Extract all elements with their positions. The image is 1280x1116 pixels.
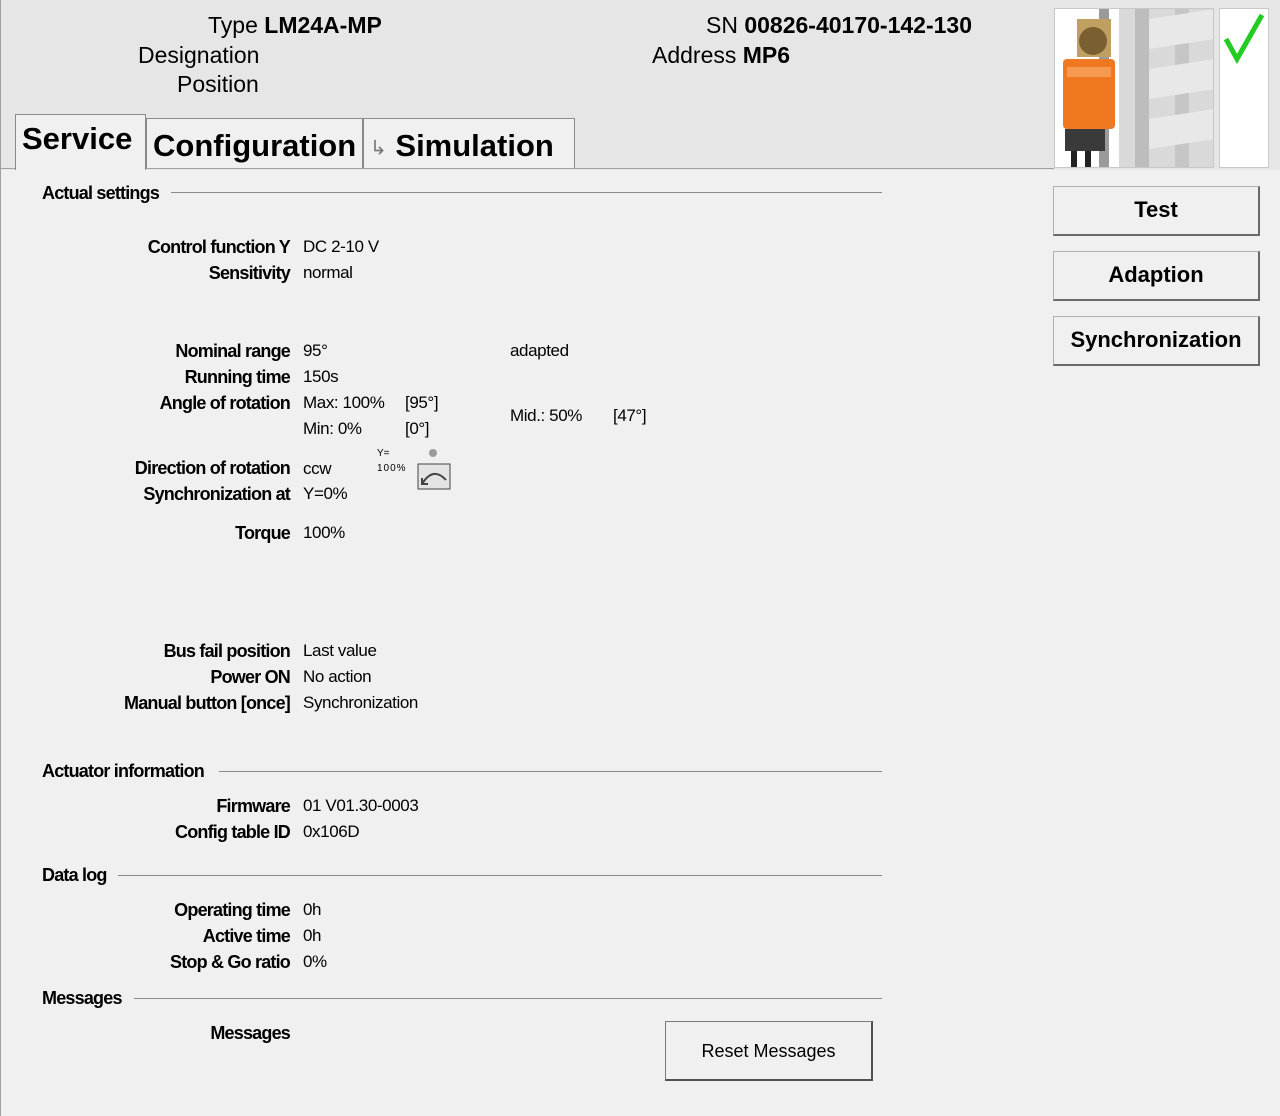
operating-time-label: Operating time [174, 900, 291, 920]
status-check-icon [1219, 8, 1269, 168]
running-time-label: Running time [184, 367, 291, 387]
section-divider [219, 771, 882, 772]
tab-simulation[interactable]: ↳ Simulation [363, 118, 575, 168]
position-label: Position [177, 71, 259, 97]
app-window: Type LM24A-MP Designation Position SN 00… [0, 0, 1280, 1116]
address-label: Address [652, 42, 737, 68]
actuator-information-heading: Actuator information [42, 761, 205, 781]
sn-value: 00826-40170-142-130 [744, 12, 972, 38]
bus-fail-position-label: Bus fail position [163, 641, 291, 661]
tab-configuration-label: Configuration [153, 128, 357, 163]
angle-max-value: Max: 100% [303, 393, 385, 412]
section-divider [134, 998, 882, 999]
manual-button-label: Manual button [once] [124, 693, 291, 713]
actual-settings-heading: Actual settings [42, 183, 160, 203]
nominal-range-label: Nominal range [175, 341, 290, 361]
tab-configuration[interactable]: Configuration [146, 118, 363, 168]
type-row: Type LM24A-MP [208, 12, 382, 39]
config-table-id-label: Config table ID [175, 822, 291, 842]
angle-min-degrees: [0°] [405, 419, 430, 438]
control-function-value: DC 2-10 V [303, 237, 379, 256]
firmware-value: 01 V01.30-0003 [303, 796, 419, 815]
synchronization-button[interactable]: Synchronization [1053, 316, 1260, 366]
angle-of-rotation-label: Angle of rotation [159, 393, 291, 413]
torque-label: Torque [235, 523, 291, 543]
running-time-value: 150s [303, 367, 339, 386]
sn-label: SN [706, 12, 738, 38]
manual-button-value: Synchronization [303, 693, 418, 712]
operating-time-value: 0h [303, 900, 322, 919]
direction-of-rotation-label: Direction of rotation [134, 458, 291, 478]
sn-row: SN 00826-40170-142-130 [706, 12, 972, 39]
power-on-value: No action [303, 667, 372, 686]
section-divider [171, 192, 882, 193]
tab-service[interactable]: Service [15, 114, 146, 170]
simulation-arrow-icon: ↳ [370, 137, 387, 160]
angle-mid-value: Mid.: 50% [510, 406, 582, 425]
stop-go-ratio-label: Stop & Go ratio [170, 952, 291, 972]
control-function-label: Control function Y [147, 237, 291, 257]
designation-label: Designation [138, 42, 260, 68]
active-time-label: Active time [202, 926, 291, 946]
direction-icon-percent: 100% [377, 463, 407, 474]
rotation-direction-icon: Y= 100% [377, 446, 453, 490]
angle-min-value: Min: 0% [303, 419, 362, 438]
tab-simulation-label: Simulation [395, 128, 554, 163]
config-table-id-value: 0x106D [303, 822, 360, 841]
messages-heading: Messages [42, 988, 122, 1008]
type-value: LM24A-MP [264, 12, 382, 38]
stop-go-ratio-value: 0% [303, 952, 327, 971]
address-row: Address MP6 [652, 42, 790, 69]
reset-messages-button[interactable]: Reset Messages [665, 1021, 873, 1081]
synchronization-at-label: Synchronization at [143, 484, 290, 504]
active-time-value: 0h [303, 926, 322, 945]
nominal-range-status: adapted [510, 341, 569, 360]
test-button[interactable]: Test [1053, 186, 1260, 236]
data-log-heading: Data log [42, 865, 107, 885]
sensitivity-value: normal [303, 263, 353, 282]
device-header: Type LM24A-MP Designation Position SN 00… [1, 0, 1280, 170]
torque-value: 100% [303, 523, 345, 542]
sensitivity-label: Sensitivity [208, 263, 291, 283]
angle-max-degrees: [95°] [405, 393, 439, 412]
firmware-label: Firmware [216, 796, 290, 816]
angle-mid-degrees: [47°] [613, 406, 647, 425]
direction-icon-y: Y= [377, 448, 390, 459]
power-on-label: Power ON [210, 667, 290, 687]
bus-fail-position-value: Last value [303, 641, 377, 660]
actuator-image [1054, 8, 1214, 168]
synchronization-at-value: Y=0% [303, 484, 348, 503]
nominal-range-value: 95° [303, 341, 328, 360]
messages-label: Messages [210, 1023, 290, 1043]
adaption-button[interactable]: Adaption [1053, 251, 1260, 301]
tab-underline [1, 168, 1054, 169]
address-value: MP6 [742, 42, 791, 68]
type-label: Type [208, 12, 258, 38]
tab-service-label: Service [22, 121, 133, 156]
direction-of-rotation-value: ccw [303, 459, 332, 478]
section-divider [118, 875, 882, 876]
